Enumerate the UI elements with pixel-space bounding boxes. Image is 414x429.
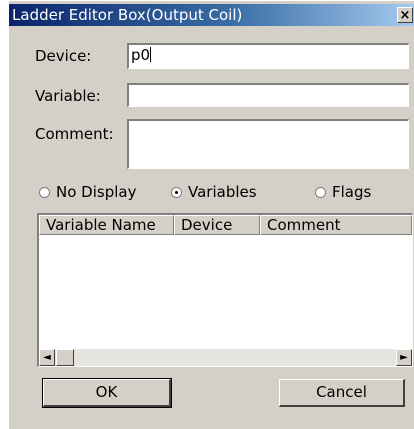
column-header-variable-name[interactable]: Variable Name: [39, 215, 174, 235]
variable-list[interactable]: Variable Name Device Comment ◄ ►: [37, 213, 413, 367]
radio-no-display-indicator[interactable]: [39, 187, 50, 198]
radio-variables[interactable]: Variables: [171, 183, 257, 201]
column-header-comment[interactable]: Comment: [260, 215, 412, 235]
scroll-left-icon[interactable]: ◄: [39, 349, 55, 366]
ladder-editor-dialog: Ladder Editor Box(Output Coil) × Device:…: [8, 0, 414, 429]
title-bar[interactable]: Ladder Editor Box(Output Coil) ×: [9, 4, 414, 26]
device-input[interactable]: p0: [127, 43, 409, 69]
close-icon[interactable]: ×: [397, 7, 413, 23]
scroll-thumb[interactable]: [56, 349, 74, 366]
device-value: p0: [131, 46, 151, 64]
comment-input[interactable]: [127, 119, 409, 169]
comment-label: Comment:: [35, 125, 114, 143]
scroll-right-icon[interactable]: ►: [396, 349, 412, 366]
variable-label: Variable:: [35, 87, 101, 105]
radio-flags-label: Flags: [332, 183, 372, 201]
device-label: Device:: [35, 47, 92, 65]
text-caret: [150, 47, 152, 62]
radio-no-display-label: No Display: [56, 183, 137, 201]
radio-flags[interactable]: Flags: [315, 183, 371, 201]
horizontal-scrollbar[interactable]: ◄ ►: [39, 349, 412, 366]
radio-flags-indicator[interactable]: [315, 187, 326, 198]
radio-variables-indicator[interactable]: [171, 187, 182, 198]
radio-variables-label: Variables: [188, 183, 257, 201]
window-title: Ladder Editor Box(Output Coil): [12, 6, 243, 24]
variable-input[interactable]: [127, 83, 409, 107]
column-header-device[interactable]: Device: [174, 215, 260, 235]
radio-no-display[interactable]: No Display: [39, 183, 136, 201]
ok-button[interactable]: OK: [42, 378, 172, 408]
cancel-button[interactable]: Cancel: [279, 379, 405, 407]
